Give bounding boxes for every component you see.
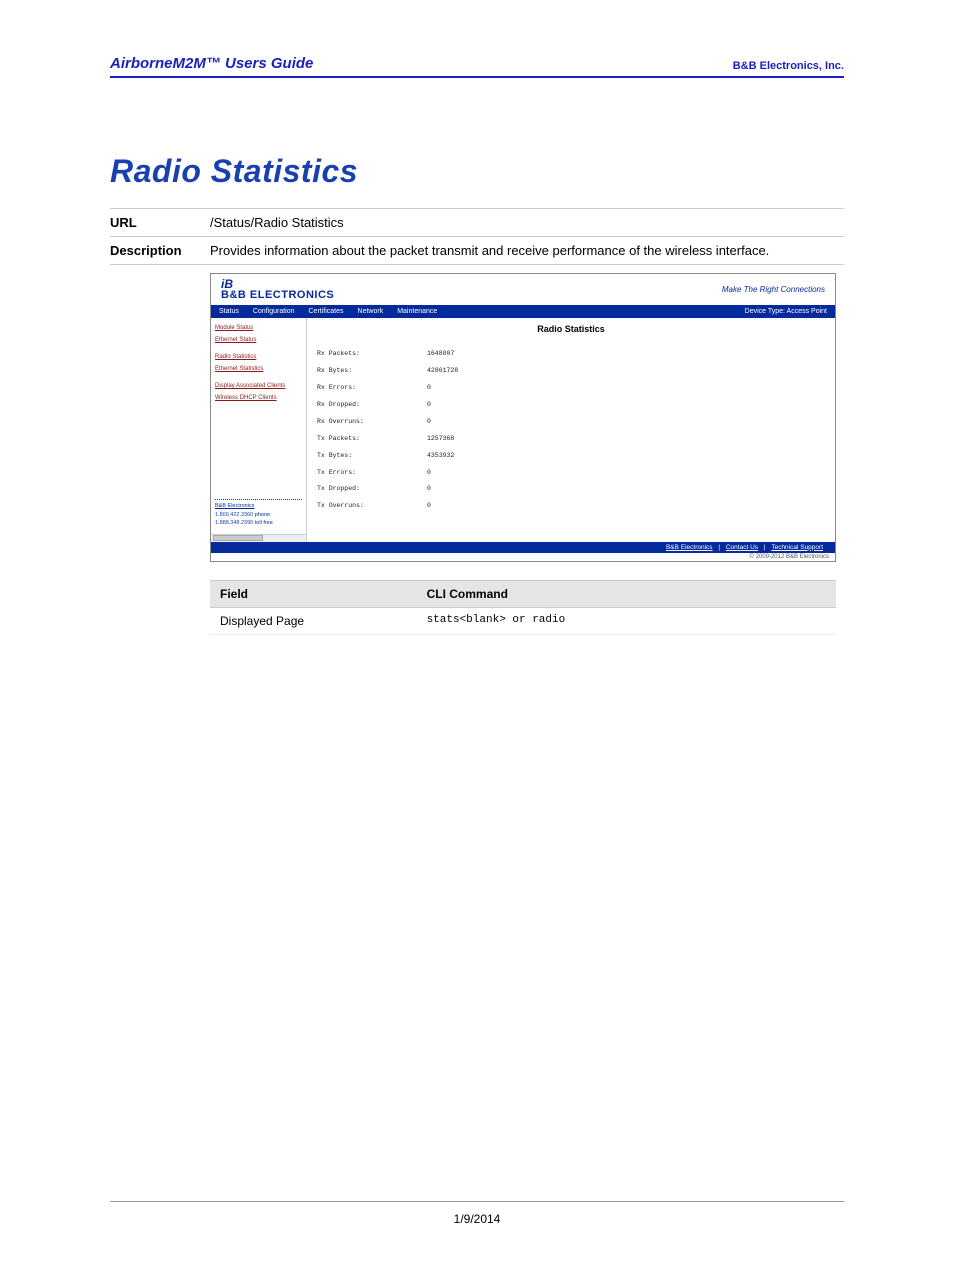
- menu-certificates[interactable]: Certificates: [309, 308, 344, 315]
- sidebar-ethernet-statistics[interactable]: Ethernet Statistics: [215, 365, 302, 375]
- stat-value: 0: [427, 384, 431, 392]
- stat-value: 1648007: [427, 350, 454, 358]
- menu-maintenance[interactable]: Maintenance: [397, 308, 437, 315]
- field-table-h1: Field: [210, 580, 417, 607]
- page-footer: 1/9/2014: [110, 1201, 844, 1226]
- sidebar: Module Status Ethernet Status Radio Stat…: [211, 318, 306, 534]
- stat-value: 0: [427, 418, 431, 426]
- logo: iB B&B ELECTRONICS: [221, 278, 334, 301]
- main-panel: Radio Statistics Rx Packets:1648007 Rx B…: [307, 318, 835, 542]
- field-table-h2: CLI Command: [417, 580, 836, 607]
- sidebar-phone1-label: phone: [255, 512, 270, 518]
- screenshot-footer: B&B Electronics | Contact Us | Technical…: [211, 542, 835, 553]
- stat-label: Rx Overruns:: [317, 418, 427, 426]
- sidebar-phone2: 1.888.348.2390: [215, 520, 253, 526]
- main-title: Radio Statistics: [317, 324, 825, 334]
- header-right: B&B Electronics, Inc.: [733, 60, 844, 72]
- stat-value: 0: [427, 502, 431, 510]
- sidebar-ethernet-status[interactable]: Ethernet Status: [215, 336, 302, 346]
- stats-block: Rx Packets:1648007 Rx Bytes:42861728 Rx …: [317, 342, 825, 528]
- sidebar-wireless-dhcp-clients[interactable]: Wireless DHCP Clients: [215, 394, 302, 404]
- url-label: URL: [110, 209, 210, 237]
- stat-label: Tx Packets:: [317, 435, 427, 443]
- sidebar-display-associated-clients[interactable]: Display Associated Clients: [215, 382, 302, 392]
- field-table: Field CLI Command Displayed Page stats<b…: [210, 580, 836, 635]
- stat-label: Rx Errors:: [317, 384, 427, 392]
- stat-value: 0: [427, 401, 431, 409]
- footer-link-company[interactable]: B&B Electronics: [666, 544, 713, 551]
- tagline: Make The Right Connections: [722, 285, 825, 294]
- stat-label: Tx Errors:: [317, 469, 427, 477]
- stat-value: 1257368: [427, 435, 454, 443]
- page-header: AirborneM2M™ Users Guide B&B Electronics…: [110, 55, 844, 78]
- device-type: Device Type: Access Point: [745, 308, 827, 315]
- stat-label: Tx Bytes:: [317, 452, 427, 460]
- header-left: AirborneM2M™ Users Guide: [110, 55, 313, 72]
- stat-label: Tx Dropped:: [317, 485, 427, 493]
- footer-link-contact[interactable]: Contact Us: [726, 544, 758, 551]
- embedded-screenshot: iB B&B ELECTRONICS Make The Right Connec…: [210, 273, 836, 562]
- stat-value: 0: [427, 469, 431, 477]
- sidebar-phone1: 1.800.422.3360: [215, 512, 253, 518]
- stat-label: Rx Bytes:: [317, 367, 427, 375]
- sidebar-radio-statistics[interactable]: Radio Statistics: [215, 353, 302, 363]
- stat-value: 4353932: [427, 452, 454, 460]
- stat-label: Tx Overruns:: [317, 502, 427, 510]
- stat-label: Rx Dropped:: [317, 401, 427, 409]
- sidebar-contact: B&B Electronics 1.800.422.3360 phone 1.8…: [215, 503, 302, 528]
- sidebar-module-status[interactable]: Module Status: [215, 324, 302, 334]
- footer-date: 1/9/2014: [454, 1212, 501, 1226]
- menu-configuration[interactable]: Configuration: [253, 308, 295, 315]
- description-value: Provides information about the packet tr…: [210, 237, 844, 265]
- stat-label: Rx Packets:: [317, 350, 427, 358]
- page-title: Radio Statistics: [110, 153, 844, 190]
- sidebar-scrollbar[interactable]: [211, 534, 306, 542]
- stat-value: 42861728: [427, 367, 458, 375]
- stat-value: 0: [427, 485, 431, 493]
- menubar: Status Configuration Certificates Networ…: [211, 305, 835, 318]
- logo-text: B&B ELECTRONICS: [221, 290, 334, 301]
- sidebar-phone2-label: toll free: [255, 520, 273, 526]
- menu-network[interactable]: Network: [358, 308, 384, 315]
- field-table-r1c2: stats<blank> or radio: [417, 607, 836, 634]
- field-table-r1c1: Displayed Page: [210, 607, 417, 634]
- url-value: /Status/Radio Statistics: [210, 209, 844, 237]
- menu-status[interactable]: Status: [219, 308, 239, 315]
- footer-link-support[interactable]: Technical Support: [771, 544, 823, 551]
- screenshot-copyright: © 2009-2012 B&B Electronics: [211, 553, 835, 561]
- description-label: Description: [110, 237, 210, 265]
- info-table: URL /Status/Radio Statistics Description…: [110, 208, 844, 641]
- sidebar-company-link[interactable]: B&B Electronics: [215, 503, 302, 511]
